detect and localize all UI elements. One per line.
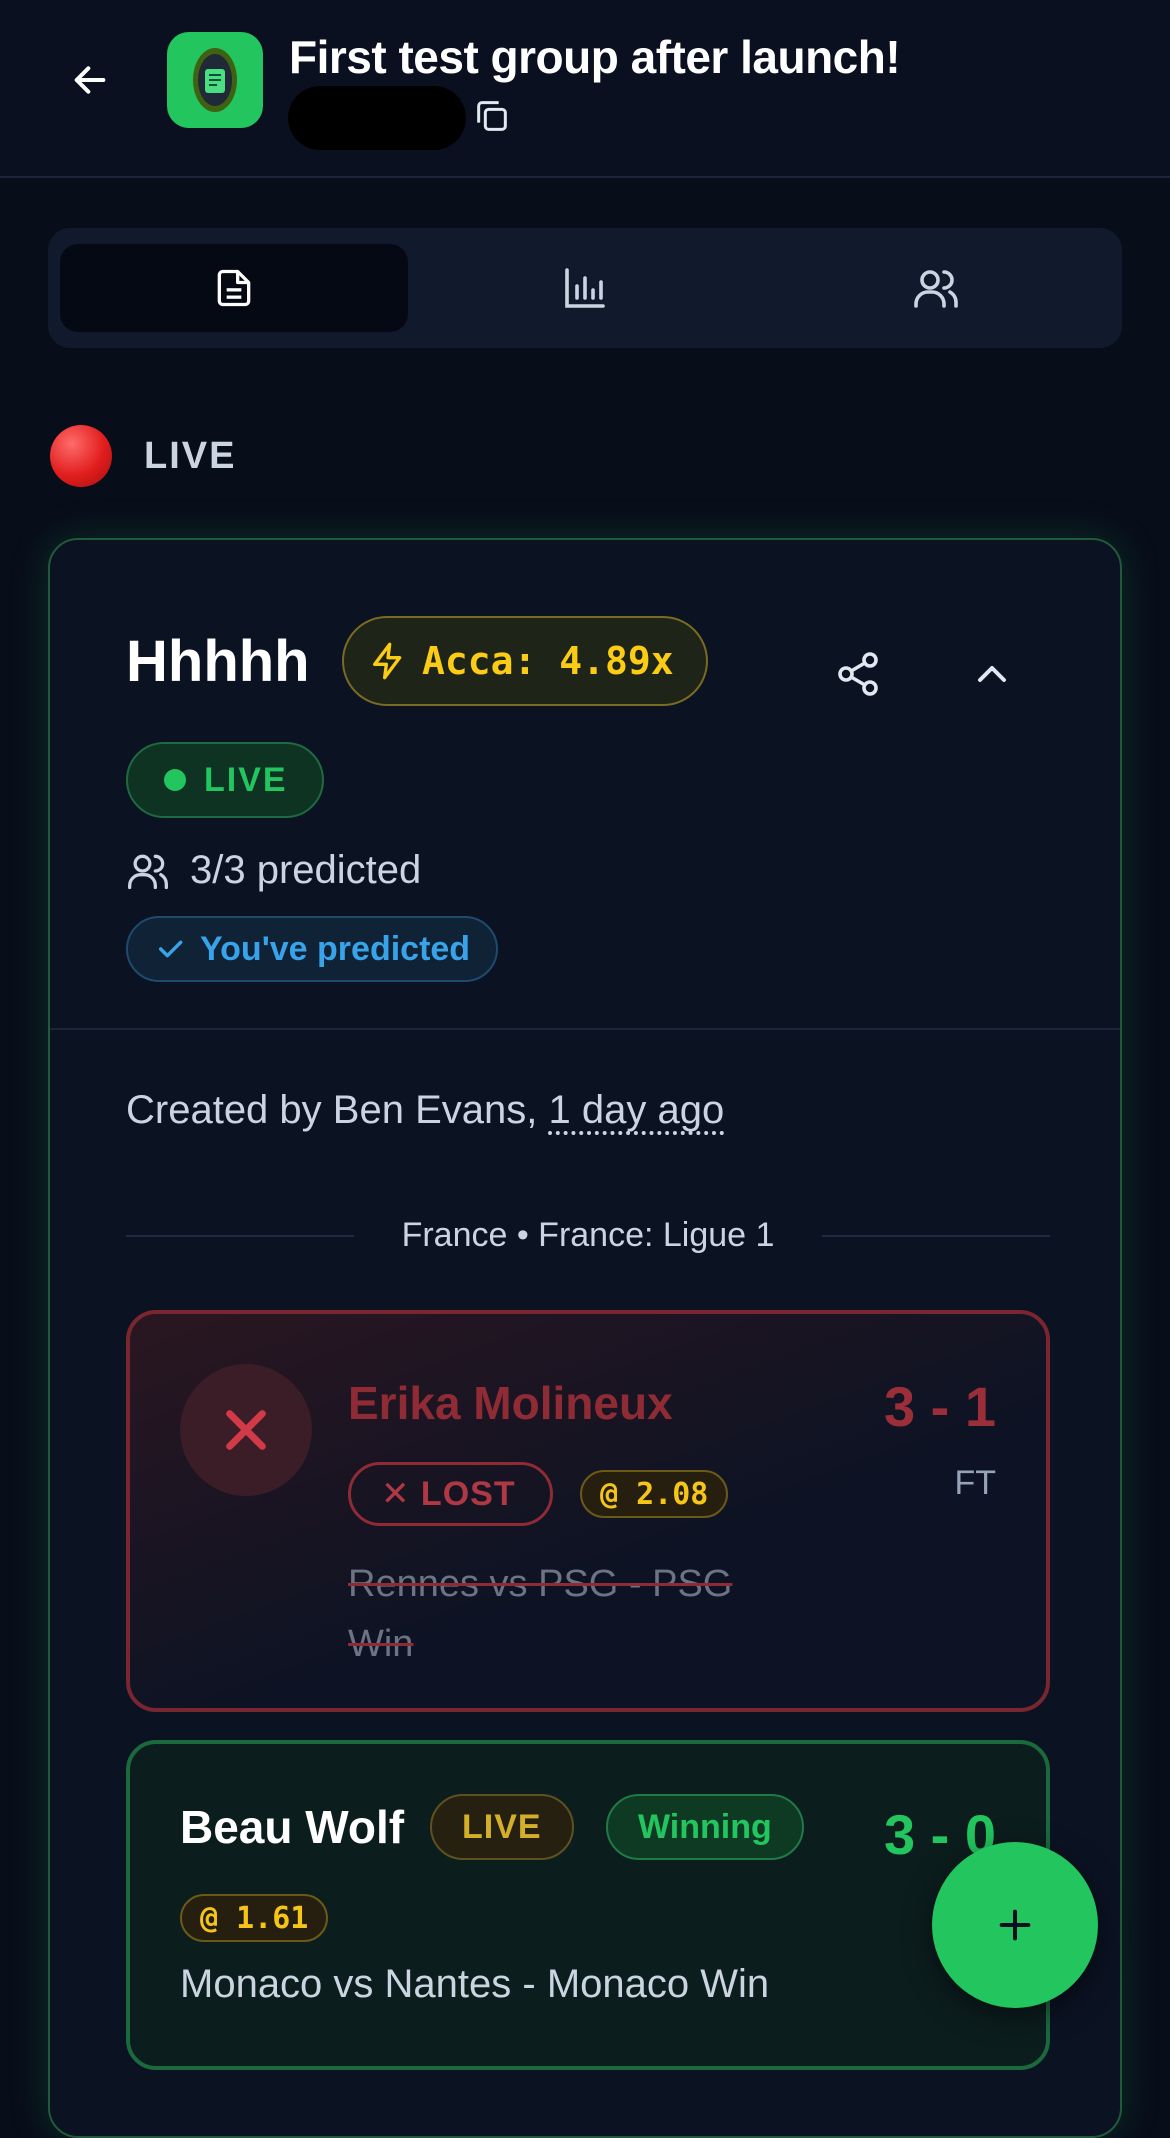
tab-bar [48, 228, 1122, 348]
winning-label: Winning [638, 1807, 772, 1846]
tab-stats[interactable] [411, 244, 759, 332]
creator-text: Created by Ben Evans, [126, 1088, 538, 1132]
group-title: First test group after launch! [289, 31, 901, 83]
chevron-up-icon [978, 666, 1006, 682]
copy-icon [477, 101, 507, 131]
bar-chart-icon [565, 268, 605, 308]
copy-button[interactable] [472, 96, 512, 136]
red-circle-icon [50, 425, 112, 487]
redacted-group-code [288, 86, 466, 150]
odds-badge: @ 2.08 [580, 1470, 729, 1518]
lightning-icon [373, 642, 402, 680]
odds-badge: @ 1.61 [180, 1894, 329, 1942]
back-button[interactable] [62, 52, 118, 108]
you-predicted-label: You've predicted [200, 929, 471, 968]
document-icon [193, 48, 237, 112]
acca-badge: Acca: 4.89x [342, 616, 708, 706]
match-status: FT [954, 1464, 996, 1502]
close-icon [226, 1410, 266, 1450]
divider [126, 1234, 354, 1237]
prediction-card[interactable]: Beau Wolf LIVE Winning @ 1.61 Monaco vs … [126, 1740, 1050, 2070]
live-section-header: LIVE [50, 424, 236, 488]
winning-badge: Winning [606, 1794, 804, 1860]
plus-icon [999, 1909, 1031, 1941]
live-dot-icon [164, 769, 186, 791]
section-label: LIVE [144, 434, 237, 477]
league-label: France • France: Ligue 1 [401, 1216, 775, 1254]
arrow-left-icon [74, 66, 106, 94]
app-header: First test group after launch! [0, 0, 1170, 178]
add-prediction-button[interactable] [932, 1842, 1098, 2008]
prediction-card[interactable]: Erika Molineux ✕ LOST @ 2.08 Rennes vs P… [126, 1310, 1050, 1712]
card-title: Hhhhh [126, 629, 310, 694]
created-by: Created by Ben Evans, 1 day ago [126, 1088, 724, 1133]
status-badge: LIVE [126, 742, 324, 818]
status-label: LIVE [204, 760, 288, 799]
created-time[interactable]: 1 day ago [548, 1088, 724, 1132]
users-icon [914, 270, 958, 308]
result-label: ✕ LOST [381, 1475, 516, 1513]
you-predicted-badge: You've predicted [126, 916, 499, 982]
selection-text: Monaco vs Nantes - Monaco Win [180, 1962, 770, 2006]
share-icon [838, 652, 878, 696]
odds-value: @ 1.61 [200, 1900, 309, 1936]
divider [822, 1234, 1050, 1237]
live-label: LIVE [462, 1807, 542, 1846]
acca-value: Acca: 4.89x [422, 639, 674, 683]
check-icon [158, 940, 183, 958]
group-avatar [167, 32, 263, 128]
tab-predictions[interactable] [60, 244, 408, 332]
league-header: France • France: Ligue 1 [126, 1216, 1050, 1255]
predictor-name: Erika Molineux [348, 1377, 673, 1429]
lost-badge: ✕ LOST [348, 1462, 553, 1526]
predicted-count-row: 3/3 predicted [126, 848, 421, 893]
collapse-button[interactable] [968, 650, 1016, 698]
selection-text: Rennes vs PSG - PSG Win [348, 1563, 733, 1665]
predictor-name: Beau Wolf [180, 1801, 405, 1853]
users-icon [128, 854, 168, 889]
predicted-count: 3/3 predicted [190, 848, 422, 892]
share-button[interactable] [834, 650, 882, 698]
live-badge: LIVE [430, 1794, 574, 1860]
odds-value: @ 2.08 [600, 1476, 709, 1512]
match-score: 3 - 1 [883, 1375, 996, 1438]
tab-members[interactable] [762, 244, 1110, 332]
divider [50, 1028, 1120, 1030]
result-avatar [180, 1364, 312, 1496]
document-icon [217, 269, 251, 307]
